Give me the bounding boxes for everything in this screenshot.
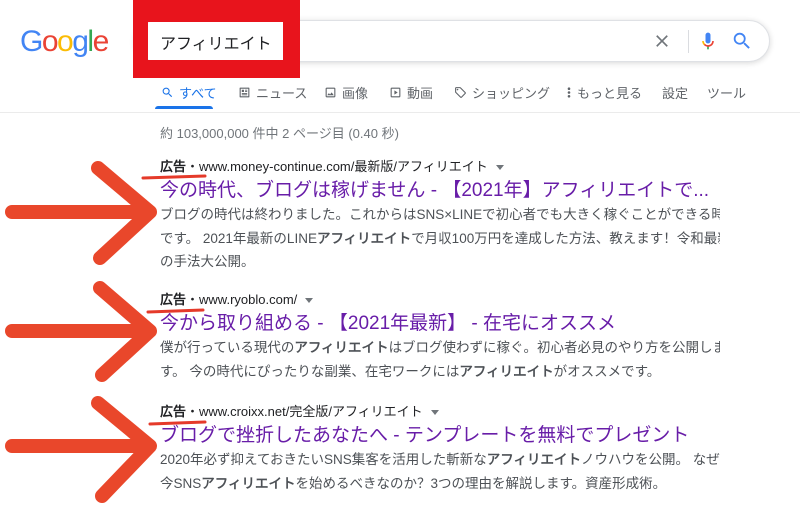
bold-keyword: アフィリエイト — [459, 363, 554, 379]
description-line: の手法大公開。 — [160, 250, 720, 274]
ad-badge: 広告 — [160, 404, 187, 419]
description-text: がオススメです。 — [553, 363, 661, 379]
description-text: ブログの時代は終わりました。これからはSNS×LINEで初心者でも大きく稼ぐこと… — [160, 207, 720, 222]
search-input[interactable] — [160, 30, 630, 54]
tab-shopping[interactable]: ショッピング — [454, 83, 550, 101]
description-text: ノウハウを公開。 なぜ、 — [580, 452, 720, 467]
ad-title-link[interactable]: ブログで挫折したあなたへ - テンプレートを無料でプレゼント — [160, 422, 720, 450]
tab-label: もっと見る — [577, 85, 643, 101]
description-line: 僕が行っている現代のアフィリエイトはブログ使わずに稼ぐ。初心者必見のやり方を公開… — [160, 336, 720, 360]
play-icon — [389, 86, 402, 99]
ad-badge: 広告 — [160, 292, 187, 307]
annotation-arrow — [5, 281, 157, 382]
tab-label: ニュース — [256, 85, 308, 101]
tab-label: ショッピング — [472, 85, 551, 101]
ad-url-line: 広告・www.croixx.net/完全版/アフィリエイト — [160, 402, 720, 422]
news-icon — [238, 86, 251, 99]
annotation-arrow — [5, 161, 157, 265]
description-text: を始めるべきなのか？3つの理由を解説します。資産形成術。 — [295, 475, 667, 491]
bold-keyword: アフィリエイト — [316, 230, 412, 246]
description-text: す。 今の時代にぴったりな副業、在宅ワークには — [160, 363, 460, 379]
tab-videos[interactable]: 動画 — [389, 83, 433, 101]
ad-title-link[interactable]: 今から取り組める - 【2021年最新】 - 在宅にオススメ — [160, 310, 720, 338]
active-tab-indicator — [155, 106, 213, 109]
ad-result: 広告・www.ryoblo.com/ 今から取り組める - 【2021年最新】 … — [160, 290, 720, 383]
ad-result: 広告・www.money-continue.com/最新版/アフィリエイト 今の… — [160, 157, 720, 274]
result-stats: 約 103,000,000 件中 2 ページ目 (0.40 秒) — [160, 126, 399, 141]
google-logo[interactable]: Google — [18, 22, 113, 60]
tab-label: 動画 — [407, 85, 434, 101]
description-text: の手法大公開。 — [160, 254, 255, 269]
ad-separator: ・ — [186, 404, 200, 419]
more-vert-icon — [566, 86, 572, 99]
ad-url-line: 広告・www.money-continue.com/最新版/アフィリエイト — [160, 157, 720, 177]
logo-letter: g — [72, 25, 87, 58]
ad-url[interactable]: www.ryoblo.com/ — [199, 292, 297, 307]
image-icon — [324, 86, 337, 99]
logo-letter: G — [20, 25, 42, 58]
ad-url[interactable]: www.money-continue.com/最新版/アフィリエイト — [199, 159, 488, 174]
tab-news[interactable]: ニュース — [238, 83, 307, 101]
bold-keyword: アフィリエイト — [486, 452, 581, 467]
ad-separator: ・ — [186, 292, 200, 307]
settings-label: 設定 — [662, 85, 689, 101]
ad-description: 僕が行っている現代のアフィリエイトはブログ使わずに稼ぐ。初心者必見のやり方を公開… — [160, 336, 720, 383]
logo-letter: e — [93, 25, 109, 58]
header-divider — [0, 112, 800, 113]
tab-all[interactable]: すべて — [161, 83, 217, 101]
tab-label: すべて — [179, 85, 217, 101]
chevron-down-icon[interactable] — [495, 165, 504, 171]
ad-description: 2020年必ず抑えておきたいSNS集客を活用した斬新なアフィリエイトノウハウを公… — [160, 448, 720, 495]
bold-keyword: アフィリエイト — [294, 340, 389, 355]
tab-more[interactable]: もっと見る — [566, 83, 642, 101]
logo-letter: o — [57, 25, 73, 58]
close-icon[interactable] — [652, 31, 672, 51]
ad-url[interactable]: www.croixx.net/完全版/アフィリエイト — [199, 404, 423, 419]
logo-letter: o — [42, 25, 58, 58]
search-divider — [688, 30, 689, 53]
chevron-down-icon[interactable] — [430, 410, 439, 416]
ad-description: ブログの時代は終わりました。これからはSNS×LINEで初心者でも大きく稼ぐこと… — [160, 203, 720, 274]
bold-keyword: アフィリエイト — [201, 475, 296, 491]
tools-label: ツール — [707, 85, 747, 101]
description-line: ブログの時代は終わりました。これからはSNS×LINEで初心者でも大きく稼ぐこと… — [160, 203, 720, 227]
search-icon[interactable] — [731, 30, 753, 52]
search-icon — [161, 86, 174, 99]
mic-icon[interactable] — [698, 29, 718, 53]
tools-link[interactable]: ツール — [707, 83, 746, 101]
description-line: です。 2021年最新のLINEアフィリエイトで月収100万円を達成した方法、教… — [160, 227, 720, 251]
ad-separator: ・ — [186, 159, 200, 174]
description-text: はブログ使わずに稼ぐ。初心者必見のやり方を公開しま — [388, 340, 720, 355]
description-line: 今SNSアフィリエイトを始めるべきなのか？3つの理由を解説します。資産形成術。 — [160, 472, 720, 496]
description-text: 2020年必ず抑えておきたいSNS集客を活用した斬新な — [160, 452, 487, 467]
tab-images[interactable]: 画像 — [324, 83, 368, 101]
description-text: 今SNS — [160, 475, 202, 491]
description-text: で月収100万円を達成した方法、教えます！令和最新 — [411, 230, 720, 246]
description-text: 僕が行っている現代の — [160, 340, 295, 355]
ad-url-line: 広告・www.ryoblo.com/ — [160, 290, 720, 310]
description-line: す。 今の時代にぴったりな副業、在宅ワークにはアフィリエイトがオススメです。 — [160, 360, 720, 384]
annotation-arrow — [5, 396, 157, 503]
chevron-down-icon[interactable] — [305, 298, 314, 304]
description-line: 2020年必ず抑えておきたいSNS集客を活用した斬新なアフィリエイトノウハウを公… — [160, 448, 720, 472]
tab-label: 画像 — [342, 85, 369, 101]
svg-text:Google: Google — [20, 25, 109, 58]
settings-link[interactable]: 設定 — [662, 83, 688, 101]
description-text: です。 2021年最新のLINE — [160, 230, 317, 246]
ad-badge: 広告 — [160, 159, 187, 174]
ad-title-link[interactable]: 今の時代、ブログは稼げません - 【2021年】アフィリエイトで... — [160, 177, 720, 205]
ad-result: 広告・www.croixx.net/完全版/アフィリエイト ブログで挫折したあな… — [160, 402, 720, 495]
tag-icon — [454, 86, 467, 99]
